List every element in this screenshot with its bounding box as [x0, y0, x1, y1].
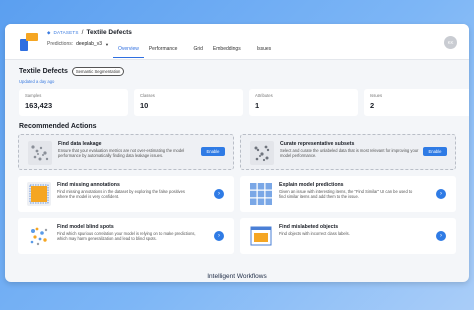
app-logo[interactable] — [20, 33, 40, 51]
stat-value: 2 — [370, 101, 375, 110]
card-title: Find data leakage — [58, 141, 102, 147]
app-window: ◆ DATASETS / Textile Defects Predictions… — [5, 24, 469, 282]
breadcrumb-datasets-link[interactable]: DATASETS — [53, 30, 78, 35]
stat-label: Samples — [25, 93, 42, 98]
avatar[interactable]: KK — [444, 36, 457, 49]
card-description: Select and curate the unlabeled data tha… — [280, 148, 419, 159]
stat-card-issues: Issues 2 — [364, 89, 469, 116]
stats-row: Samples 163,423 Classes 10 Attributes 1 … — [19, 89, 469, 116]
card-description: Find which spurious correlation your mod… — [57, 231, 196, 242]
tab-bar: Overview Performance Grid Embeddings Iss… — [113, 45, 276, 58]
updated-timestamp: Updated a day ago — [19, 79, 55, 84]
stat-card-attributes: Attributes 1 — [249, 89, 358, 116]
card-curate-subsets: Curate representative subsets Select and… — [240, 134, 456, 170]
recommended-actions-title: Recommended Actions — [19, 123, 97, 130]
missing-annotation-icon — [27, 182, 51, 206]
breadcrumb: ◆ DATASETS / Textile Defects — [47, 29, 132, 36]
predictions-label: Predictions: — [47, 41, 74, 47]
card-title: Find mislabeted objects — [279, 224, 339, 230]
scatter-color-icon — [27, 224, 51, 248]
tab-performance[interactable]: Performance — [144, 45, 183, 58]
task-badge: Semantic Segmentation — [71, 67, 125, 76]
top-bar: ◆ DATASETS / Textile Defects Predictions… — [5, 24, 469, 60]
stat-card-classes: Classes 10 — [134, 89, 243, 116]
arrow-right-icon[interactable]: › — [214, 231, 224, 241]
enable-button[interactable]: Enable — [423, 147, 447, 156]
mislabel-frame-icon — [249, 224, 273, 248]
predictions-selector[interactable]: Predictions: deeplab_v3 ▼ — [47, 41, 109, 47]
main-content: Textile Defects Semantic Segmentation Up… — [5, 60, 469, 282]
dataset-header: Textile Defects Semantic Segmentation — [19, 67, 125, 76]
chevron-down-icon[interactable]: ▼ — [105, 42, 109, 47]
scatter-cluster-icon — [250, 141, 274, 165]
card-title: Find missing annotations — [57, 182, 120, 188]
tab-issues[interactable]: Issues — [252, 45, 276, 58]
database-icon: ◆ — [47, 29, 51, 35]
predictions-value[interactable]: deeplab_v3 — [76, 41, 102, 47]
stat-value: 10 — [140, 101, 149, 110]
tab-grid[interactable]: Grid — [188, 45, 207, 58]
card-find-missing-annotations[interactable]: Find missing annotations Find missing an… — [18, 176, 234, 212]
tab-embeddings[interactable]: Embeddings — [208, 45, 246, 58]
card-description: Find missing annotations in the dataset … — [57, 189, 185, 200]
caption: Intelligent Workflows — [207, 273, 267, 280]
arrow-right-icon[interactable]: › — [214, 189, 224, 199]
stat-label: Issues — [370, 93, 383, 98]
arrow-right-icon[interactable]: › — [436, 231, 446, 241]
enable-button[interactable]: Enable — [201, 147, 225, 156]
page-title: Textile Defects — [86, 29, 132, 36]
stat-value: 163,423 — [25, 101, 53, 110]
stat-value: 1 — [255, 101, 260, 110]
breadcrumb-separator: / — [81, 29, 84, 36]
card-find-mislabeled[interactable]: Find mislabeted objects Find objects wit… — [240, 218, 456, 254]
card-find-data-leakage: Find data leakage Ensure that your evalu… — [18, 134, 234, 170]
card-explain-predictions[interactable]: Explain model predictions Given an issue… — [240, 176, 456, 212]
card-description: Given an issue with interesting items, t… — [279, 189, 413, 200]
grid-tiles-icon — [249, 182, 273, 206]
stat-card-samples: Samples 163,423 — [19, 89, 128, 116]
card-title: Find model blind spots — [57, 224, 114, 230]
stat-label: Classes — [140, 93, 155, 98]
tab-overview[interactable]: Overview — [113, 45, 144, 58]
arrow-right-icon[interactable]: › — [436, 189, 446, 199]
card-title: Curate representative subsets — [280, 141, 355, 147]
card-description: Ensure that your evaluation metrics are … — [58, 148, 185, 159]
card-description: Find objects with incorrect class labels… — [279, 231, 350, 236]
stat-label: Attributes — [255, 93, 273, 98]
scatter-gray-icon — [28, 141, 52, 165]
card-title: Explain model predictions — [279, 182, 344, 188]
card-find-blind-spots[interactable]: Find model blind spots Find which spurio… — [18, 218, 234, 254]
dataset-name: Textile Defects — [19, 68, 68, 75]
